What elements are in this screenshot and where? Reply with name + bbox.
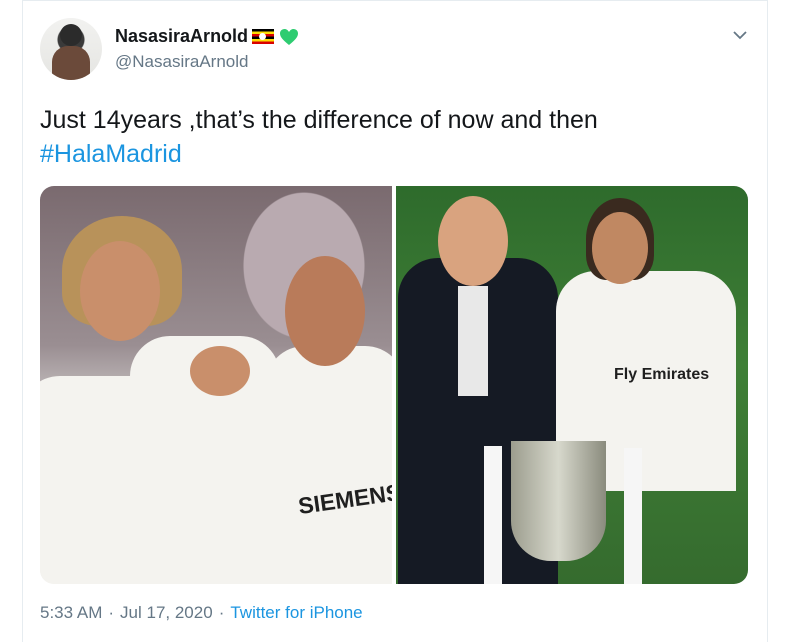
photo-then[interactable]: SIEMENS	[40, 186, 392, 584]
coach-shirt	[458, 286, 488, 396]
display-name[interactable]: NasasiraArnold	[115, 26, 248, 47]
meta-separator: ·	[218, 603, 225, 622]
tweet-body: Just 14years ,that’s the difference of n…	[40, 106, 598, 134]
tweet-date[interactable]: Jul 17, 2020	[120, 603, 213, 623]
photo-now[interactable]: Fly Emirates	[396, 186, 748, 584]
player-arm	[190, 346, 250, 396]
media-grid[interactable]: SIEMENS Fly Emirates	[40, 186, 748, 584]
trophy-ribbon-left	[484, 446, 502, 584]
user-handle[interactable]: @NasasiraArnold	[115, 52, 248, 72]
player-shirt-right	[265, 346, 392, 584]
avatar[interactable]	[40, 18, 102, 80]
avatar-head	[60, 24, 82, 46]
trophy	[511, 441, 606, 561]
uganda-flag-icon	[252, 29, 275, 44]
meta-separator: ·	[108, 603, 115, 622]
display-name-row[interactable]: NasasiraArnold	[115, 26, 299, 47]
hashtag-link[interactable]: #HalaMadrid	[40, 137, 740, 171]
tweet-time[interactable]: 5:33 AM	[40, 603, 102, 623]
emirates-logo: Fly Emirates	[614, 366, 710, 383]
player-face-right	[285, 256, 365, 366]
player-face	[592, 212, 648, 284]
tweet-meta: 5:33 AM · Jul 17, 2020 · Twitter for iPh…	[40, 603, 363, 623]
tweet-source-link[interactable]: Twitter for iPhone	[230, 603, 362, 623]
coach-head	[438, 196, 508, 286]
player-face-left	[80, 241, 160, 341]
chevron-down-icon[interactable]	[731, 26, 749, 44]
trophy-ribbon-right	[624, 448, 642, 584]
tweet-text: Just 14years ,that’s the difference of n…	[40, 103, 740, 171]
green-heart-icon	[279, 28, 299, 46]
avatar-body	[52, 46, 90, 80]
